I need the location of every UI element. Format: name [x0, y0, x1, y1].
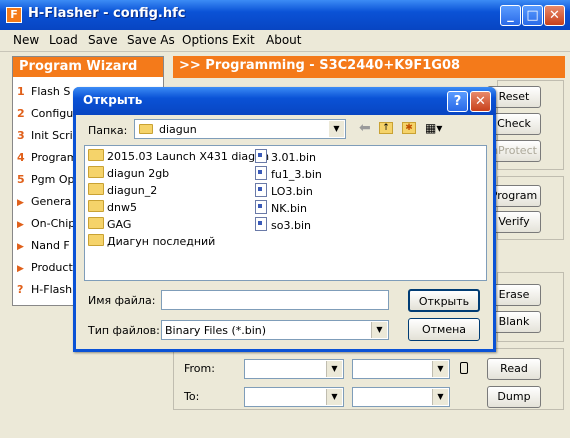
wizard-title: Program Wizard	[13, 57, 163, 77]
back-arrow-icon[interactable]: ⬅	[359, 120, 371, 136]
close-icon[interactable]: ✕	[544, 5, 565, 26]
filename-input[interactable]	[161, 290, 389, 310]
menubar: New Load Save Save As Options Exit About	[0, 30, 570, 52]
dialog-titlebar: Открыть ? ✕	[73, 87, 496, 115]
file-list[interactable]: 2015.03 Launch X431 diagun diagun 2gb di…	[84, 145, 487, 281]
menu-options[interactable]: Options	[182, 33, 228, 47]
link-toggle-icon[interactable]	[460, 362, 468, 374]
wizard-item[interactable]: 4 Program	[17, 151, 77, 169]
minimize-icon[interactable]: _	[500, 5, 521, 26]
chevron-down-icon: ▼	[432, 361, 448, 377]
up-folder-icon[interactable]: ↑	[379, 122, 393, 134]
to-region-combo[interactable]: ▼	[352, 387, 450, 407]
from-label: From:	[184, 362, 215, 375]
file-item[interactable]: 3.01.bin	[255, 149, 316, 166]
file-item[interactable]: NK.bin	[255, 200, 307, 217]
chevron-down-icon: ▼	[326, 361, 342, 377]
filename-label: Имя файла:	[88, 294, 156, 307]
bin-file-icon	[255, 149, 267, 163]
menu-save[interactable]: Save	[88, 33, 117, 47]
to-address-combo[interactable]: ▼	[244, 387, 344, 407]
view-menu-icon[interactable]: ▦▾	[425, 121, 447, 135]
menu-about[interactable]: About	[266, 33, 301, 47]
chevron-down-icon: ▼	[326, 389, 342, 405]
wizard-item[interactable]: ▶ On-Chip	[17, 217, 75, 235]
dump-button[interactable]: Dump	[487, 386, 541, 408]
main-titlebar: F H-Flasher - config.hfc _ □ ✕	[0, 0, 570, 30]
bin-file-icon	[255, 166, 267, 180]
wizard-item[interactable]: ▶ Nand F	[17, 239, 70, 257]
menu-exit[interactable]: Exit	[232, 33, 255, 47]
chevron-down-icon: ▼	[329, 121, 344, 137]
chevron-down-icon: ▼	[432, 389, 448, 405]
filetype-combo[interactable]: Binary Files (*.bin) ▼	[161, 320, 389, 340]
folder-item[interactable]: diagun_2	[88, 183, 157, 200]
folder-item[interactable]: 2015.03 Launch X431 diagun	[88, 149, 269, 166]
folder-icon	[88, 183, 104, 195]
file-item[interactable]: so3.bin	[255, 217, 311, 234]
close-icon[interactable]: ✕	[470, 91, 491, 112]
wizard-item[interactable]: ▶ Product	[17, 261, 73, 279]
menu-load[interactable]: Load	[49, 33, 78, 47]
to-label: To:	[184, 390, 200, 403]
dialog-title: Открыть	[83, 93, 143, 107]
lookin-combo[interactable]: diagun ▼	[134, 119, 346, 139]
wizard-item[interactable]: 3 Init Scri	[17, 129, 73, 147]
open-file-dialog: Открыть ? ✕ Папка: diagun ▼ ⬅ ↑ ✱ ▦▾ 201…	[73, 87, 496, 352]
file-item[interactable]: LO3.bin	[255, 183, 313, 200]
bin-file-icon	[255, 200, 267, 214]
folder-icon	[88, 166, 104, 178]
bin-file-icon	[255, 217, 267, 231]
folder-item[interactable]: dnw5	[88, 200, 137, 217]
menu-new[interactable]: New	[13, 33, 39, 47]
folder-icon	[88, 217, 104, 229]
from-address-combo[interactable]: ▼	[244, 359, 344, 379]
folder-icon	[88, 149, 104, 161]
folder-item[interactable]: diagun 2gb	[88, 166, 169, 183]
bin-file-icon	[255, 183, 267, 197]
window-title: H-Flasher - config.hfc	[28, 6, 186, 21]
lookin-value: diagun	[159, 123, 197, 136]
open-button[interactable]: Открыть	[408, 289, 480, 312]
folder-item[interactable]: GAG	[88, 217, 131, 234]
cancel-button[interactable]: Отмена	[408, 318, 480, 341]
read-button[interactable]: Read	[487, 358, 541, 380]
wizard-item[interactable]: ? H-Flash	[17, 283, 72, 301]
from-region-combo[interactable]: ▼	[352, 359, 450, 379]
folder-item[interactable]: Диагун последний	[88, 234, 215, 251]
programming-header: >> Programming - S3C2440+K9F1G08	[173, 56, 565, 78]
wizard-item[interactable]: 5 Pgm Op	[17, 173, 74, 191]
folder-icon	[88, 234, 104, 246]
app-icon: F	[6, 7, 22, 23]
folder-icon	[139, 124, 153, 134]
menu-save-as[interactable]: Save As	[127, 33, 175, 47]
file-item[interactable]: fu1_3.bin	[255, 166, 322, 183]
wizard-item[interactable]: ▶ Genera	[17, 195, 71, 213]
lookin-label: Папка:	[88, 124, 128, 137]
folder-icon	[88, 200, 104, 212]
chevron-down-icon: ▼	[371, 322, 387, 338]
wizard-item[interactable]: 1 Flash S	[17, 85, 70, 103]
new-folder-icon[interactable]: ✱	[402, 122, 416, 134]
maximize-icon[interactable]: □	[522, 5, 543, 26]
filetype-value: Binary Files (*.bin)	[165, 324, 267, 337]
filetype-label: Тип файлов:	[88, 324, 160, 337]
help-icon[interactable]: ?	[447, 91, 468, 112]
wizard-item[interactable]: 2 Configu	[17, 107, 73, 125]
